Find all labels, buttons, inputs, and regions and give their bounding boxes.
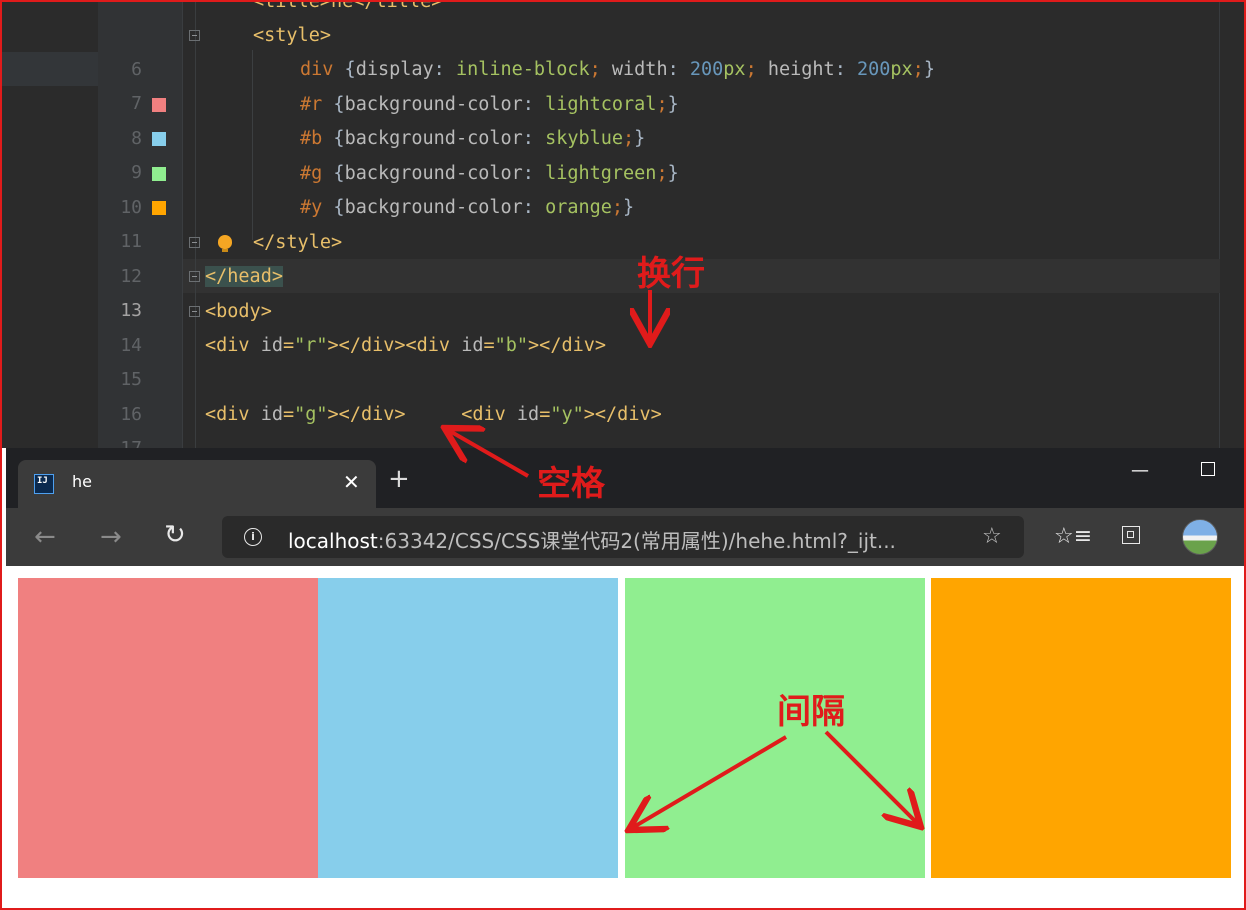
code-line-17: 17 <div id="g"></div> <div id="y"></div> [2, 398, 1220, 448]
tab-he[interactable]: IJ he ✕ [18, 460, 376, 508]
box-g-lightgreen [625, 578, 925, 878]
fold-marker-icon[interactable] [189, 30, 200, 41]
code-selector: #b [300, 128, 323, 149]
url-path: :63342/CSS/CSS课堂代码2(常用属性)/hehe.html?_ijt… [377, 529, 896, 553]
code-value: orange [545, 197, 612, 218]
box-b-skyblue [318, 578, 618, 878]
code-line-6: 6 <style> [2, 19, 1220, 80]
color-swatch-lightcoral[interactable] [152, 98, 166, 112]
code-selector: #y [300, 197, 323, 218]
code-line-5: <title>he</title> [2, 2, 1220, 19]
code-value: skyblue [545, 128, 624, 149]
code-selector: #r [300, 94, 323, 115]
code-line-7: 7 div {display: inline-block; width: 200… [2, 53, 1220, 114]
box-y-orange [931, 578, 1231, 878]
line-number: 17 [98, 432, 142, 448]
editor-scrollbar[interactable] [1219, 2, 1244, 448]
back-arrow-icon[interactable]: ← [34, 522, 56, 552]
code-line-14: 14 <body> [2, 295, 1220, 356]
page-viewport [6, 566, 1244, 908]
code-selector: #g [300, 163, 323, 184]
color-swatch-skyblue[interactable] [152, 132, 166, 146]
intellij-favicon-icon: IJ [34, 474, 54, 494]
annotation-space: 空格 [537, 464, 605, 504]
url-host: localhost [288, 529, 378, 553]
minimize-button[interactable]: — [1131, 460, 1149, 481]
color-swatch-lightgreen[interactable] [152, 167, 166, 181]
address-bar[interactable]: i localhost:63342/CSS/CSS课堂代码2(常用属性)/heh… [222, 516, 1024, 558]
collections-icon[interactable] [1122, 526, 1140, 544]
code-line-16: 16 [2, 364, 1220, 425]
color-swatch-orange[interactable] [152, 201, 166, 215]
site-info-icon[interactable]: i [244, 528, 262, 546]
browser-toolbar: ← → ↻ i localhost:63342/CSS/CSS课堂代码2(常用属… [6, 508, 1244, 566]
close-tab-icon[interactable]: ✕ [343, 470, 360, 494]
code-line-13: 13 </head> [2, 260, 1220, 321]
code-text: <body> [205, 301, 272, 322]
fold-marker-icon[interactable] [189, 237, 200, 248]
code-line-15: 15 <div id="r"></div><div id="b"></div> [2, 329, 1220, 390]
box-r-lightcoral [18, 578, 318, 878]
code-line-8: 8 #r {background-color: lightcoral;} [2, 88, 1220, 149]
code-text: <style> [253, 25, 331, 46]
annotation-gap: 间隔 [777, 692, 845, 732]
new-tab-button[interactable]: + [388, 466, 410, 492]
code-line-11: 11 #y {background-color: orange;} [2, 191, 1220, 252]
code-text: </style> [253, 232, 343, 253]
code-line-12: 12 </style> [2, 226, 1220, 287]
code-selector: div [300, 59, 334, 80]
code-text: <title>he</title> [253, 2, 442, 12]
forward-arrow-icon[interactable]: → [100, 522, 122, 552]
profile-avatar[interactable] [1182, 519, 1218, 555]
tab-title: he [72, 472, 92, 491]
code-line-9: 9 #b {background-color: skyblue;} [2, 122, 1220, 183]
lightbulb-icon[interactable] [218, 235, 232, 252]
code-value: lightgreen [545, 163, 657, 184]
code-text-highlighted: </head> [205, 266, 283, 287]
code-editor: <title>he</title> 6 <style> 7 div {displ… [2, 2, 1244, 448]
maximize-button[interactable] [1201, 462, 1215, 476]
annotation-newline: 换行 [637, 254, 705, 294]
browser-window: IJ he ✕ + — ← → ↻ i localhost:63342/CSS/… [6, 448, 1244, 908]
favorites-icon[interactable]: ☆≡ [1054, 524, 1092, 549]
reload-icon[interactable]: ↻ [164, 520, 186, 550]
code-value: lightcoral [545, 94, 657, 115]
url-text[interactable]: localhost:63342/CSS/CSS课堂代码2(常用属性)/hehe.… [288, 525, 896, 554]
fold-marker-icon[interactable] [189, 271, 200, 282]
favorite-star-icon[interactable]: ☆ [982, 524, 1002, 549]
tab-bar: IJ he ✕ + — [6, 448, 1244, 508]
fold-marker-icon[interactable] [189, 306, 200, 317]
code-line-10: 10 #g {background-color: lightgreen;} [2, 157, 1220, 218]
